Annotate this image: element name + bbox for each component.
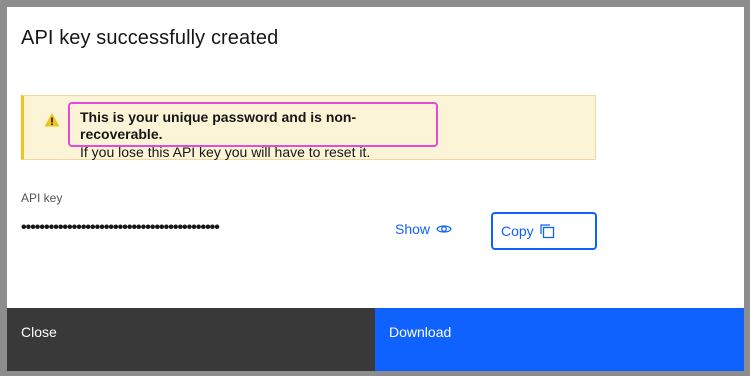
modal-title: API key successfully created xyxy=(21,27,279,49)
api-key-label: API key xyxy=(21,191,63,205)
download-button[interactable]: Download xyxy=(375,308,744,371)
copy-icon xyxy=(540,224,554,239)
notice-subtitle: If you lose this API key you will have t… xyxy=(80,144,371,160)
eye-icon xyxy=(436,225,452,233)
show-key-button[interactable]: Show xyxy=(395,221,452,237)
modal-footer: Close Download xyxy=(7,308,744,371)
api-key-modal: API key successfully created This is you… xyxy=(7,7,744,371)
copy-key-button[interactable]: Copy xyxy=(491,212,597,250)
warning-icon xyxy=(44,113,60,127)
close-button[interactable]: Close xyxy=(7,308,375,371)
copy-label: Copy xyxy=(501,223,534,239)
notice-title: This is your unique password and is non-… xyxy=(80,109,357,142)
warning-notification: This is your unique password and is non-… xyxy=(21,95,596,160)
notice-text-highlight: This is your unique password and is non-… xyxy=(68,102,438,160)
api-key-masked-value: ••••••••••••••••••••••••••••••••••••••••… xyxy=(21,219,220,236)
show-label: Show xyxy=(395,221,431,237)
